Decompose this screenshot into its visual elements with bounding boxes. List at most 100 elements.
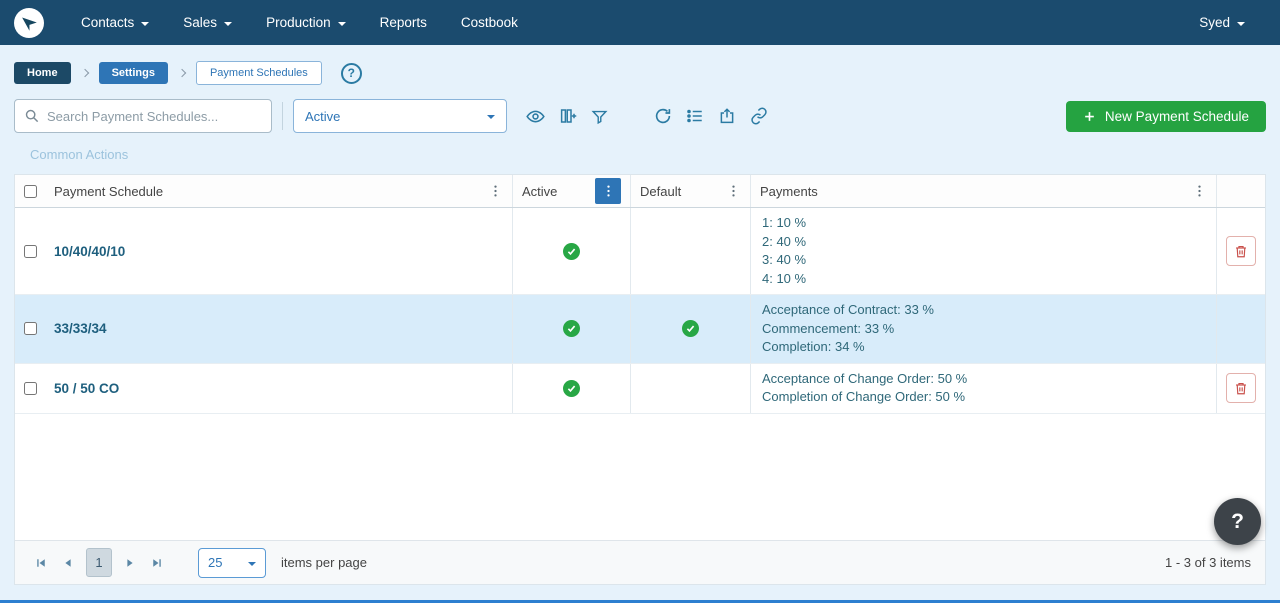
payment-schedules-grid: Payment Schedule Active Default Payments xyxy=(14,174,1266,585)
select-all-checkbox[interactable] xyxy=(24,185,37,198)
payment-line: Completion of Change Order: 50 % xyxy=(762,388,965,407)
active-cell xyxy=(513,208,631,294)
search-input[interactable] xyxy=(47,109,262,124)
payment-line: Acceptance of Contract: 33 % xyxy=(762,301,934,320)
page-range-label: 1 - 3 of 3 items xyxy=(1165,555,1251,570)
nav-production[interactable]: Production xyxy=(249,0,363,45)
delete-button[interactable] xyxy=(1226,236,1256,266)
user-name: Syed xyxy=(1199,15,1230,30)
column-menu-active-icon[interactable] xyxy=(595,178,621,204)
common-actions-link[interactable]: Common Actions xyxy=(30,147,128,162)
nav-contacts[interactable]: Contacts xyxy=(64,0,166,45)
next-page-button[interactable] xyxy=(118,549,142,577)
header-checkbox-cell xyxy=(15,175,45,207)
brand-logo[interactable] xyxy=(14,8,44,38)
table-row: 50 / 50 CO Acceptance of Change Order: 5… xyxy=(15,364,1265,414)
payment-line: 4: 10 % xyxy=(762,270,806,289)
trash-icon xyxy=(1234,244,1248,259)
nav-production-label: Production xyxy=(266,15,331,30)
link-icon[interactable] xyxy=(743,103,775,129)
column-label: Active xyxy=(522,184,557,199)
breadcrumb-settings[interactable]: Settings xyxy=(99,62,168,84)
row-checkbox[interactable] xyxy=(24,245,37,258)
list-icon[interactable] xyxy=(679,103,711,129)
current-page-button[interactable]: 1 xyxy=(86,548,112,577)
last-page-button[interactable] xyxy=(145,549,169,577)
trash-icon xyxy=(1234,381,1248,396)
nav-costbook[interactable]: Costbook xyxy=(444,0,535,45)
pagination-bar: 1 25 items per page 1 - 3 of 3 items xyxy=(15,540,1265,584)
eye-icon[interactable] xyxy=(519,103,552,130)
breadcrumb: Home Settings Payment Schedules ? xyxy=(0,45,1280,98)
payment-line: Acceptance of Change Order: 50 % xyxy=(762,370,967,389)
actions-cell xyxy=(1217,208,1265,294)
default-cell xyxy=(631,364,751,413)
status-filter-value: Active xyxy=(305,109,340,124)
payment-line: Completion: 34 % xyxy=(762,338,865,357)
payments-cell: Acceptance of Change Order: 50 % Complet… xyxy=(751,364,1217,413)
nav-reports[interactable]: Reports xyxy=(363,0,444,45)
payment-schedule-cell: 10/40/40/10 xyxy=(45,208,513,294)
active-cell xyxy=(513,364,631,413)
chevron-down-icon xyxy=(338,22,346,26)
help-icon[interactable]: ? xyxy=(341,63,362,84)
column-label: Payment Schedule xyxy=(54,184,163,199)
search-icon xyxy=(24,108,40,124)
row-checkbox[interactable] xyxy=(24,322,37,335)
active-cell xyxy=(513,295,631,363)
top-nav: Contacts Sales Production Reports Costbo… xyxy=(0,0,1280,45)
nav-costbook-label: Costbook xyxy=(461,15,518,30)
previous-page-button[interactable] xyxy=(56,549,80,577)
payment-schedule-link[interactable]: 10/40/40/10 xyxy=(45,244,125,259)
export-icon[interactable] xyxy=(711,103,743,129)
default-cell xyxy=(631,295,751,363)
payment-schedule-link[interactable]: 33/33/34 xyxy=(45,321,107,336)
breadcrumb-home[interactable]: Home xyxy=(14,62,71,84)
filter-icon[interactable] xyxy=(584,104,615,129)
chevron-down-icon xyxy=(1237,22,1245,26)
page-size-value: 25 xyxy=(208,555,222,570)
chevron-down-icon xyxy=(141,22,149,26)
main-menu: Contacts Sales Production Reports Costbo… xyxy=(64,0,535,45)
column-menu-icon[interactable] xyxy=(1192,183,1207,199)
user-menu[interactable]: Syed xyxy=(1182,15,1262,30)
table-row: 33/33/34 Acceptance of Contract: 33 % Co… xyxy=(15,295,1265,364)
default-check-icon xyxy=(682,320,699,337)
table-row: 10/40/40/10 1: 10 % 2: 40 % 3: 40 % 4: 1… xyxy=(15,208,1265,295)
payment-schedule-cell: 50 / 50 CO xyxy=(45,364,513,413)
payment-schedule-link[interactable]: 50 / 50 CO xyxy=(45,381,119,396)
new-payment-schedule-button[interactable]: New Payment Schedule xyxy=(1066,101,1266,132)
payments-cell: 1: 10 % 2: 40 % 3: 40 % 4: 10 % xyxy=(751,208,1217,294)
page-size-dropdown[interactable]: 25 xyxy=(198,548,266,578)
header-actions xyxy=(1217,175,1265,207)
first-page-button[interactable] xyxy=(29,549,53,577)
add-column-icon[interactable] xyxy=(552,103,584,129)
row-checkbox[interactable] xyxy=(24,382,37,395)
help-fab[interactable]: ? xyxy=(1214,498,1261,545)
header-active: Active xyxy=(513,175,631,207)
payments-cell: Acceptance of Contract: 33 % Commencemen… xyxy=(751,295,1217,363)
header-payment-schedule: Payment Schedule xyxy=(45,175,513,207)
nav-sales[interactable]: Sales xyxy=(166,0,249,45)
items-per-page-label: items per page xyxy=(281,555,367,570)
header-default: Default xyxy=(631,175,751,207)
nav-contacts-label: Contacts xyxy=(81,15,134,30)
toolbar-divider xyxy=(282,102,283,130)
payment-line: 2: 40 % xyxy=(762,233,806,252)
refresh-icon[interactable] xyxy=(647,103,679,129)
column-menu-icon[interactable] xyxy=(726,183,741,199)
actions-cell xyxy=(1217,364,1265,413)
breadcrumb-payment-schedules[interactable]: Payment Schedules xyxy=(196,61,322,85)
breadcrumb-separator-icon xyxy=(80,69,88,77)
delete-button[interactable] xyxy=(1226,373,1256,403)
column-menu-icon[interactable] xyxy=(488,183,503,199)
column-label: Default xyxy=(640,184,681,199)
toolbar: Active xyxy=(14,98,1266,134)
nav-reports-label: Reports xyxy=(380,15,427,30)
payment-schedule-cell: 33/33/34 xyxy=(45,295,513,363)
brand-logo-icon xyxy=(18,12,40,34)
new-payment-schedule-label: New Payment Schedule xyxy=(1105,109,1249,124)
actions-cell xyxy=(1217,295,1265,363)
status-filter-dropdown[interactable]: Active xyxy=(293,99,507,133)
chevron-down-icon xyxy=(248,562,256,566)
